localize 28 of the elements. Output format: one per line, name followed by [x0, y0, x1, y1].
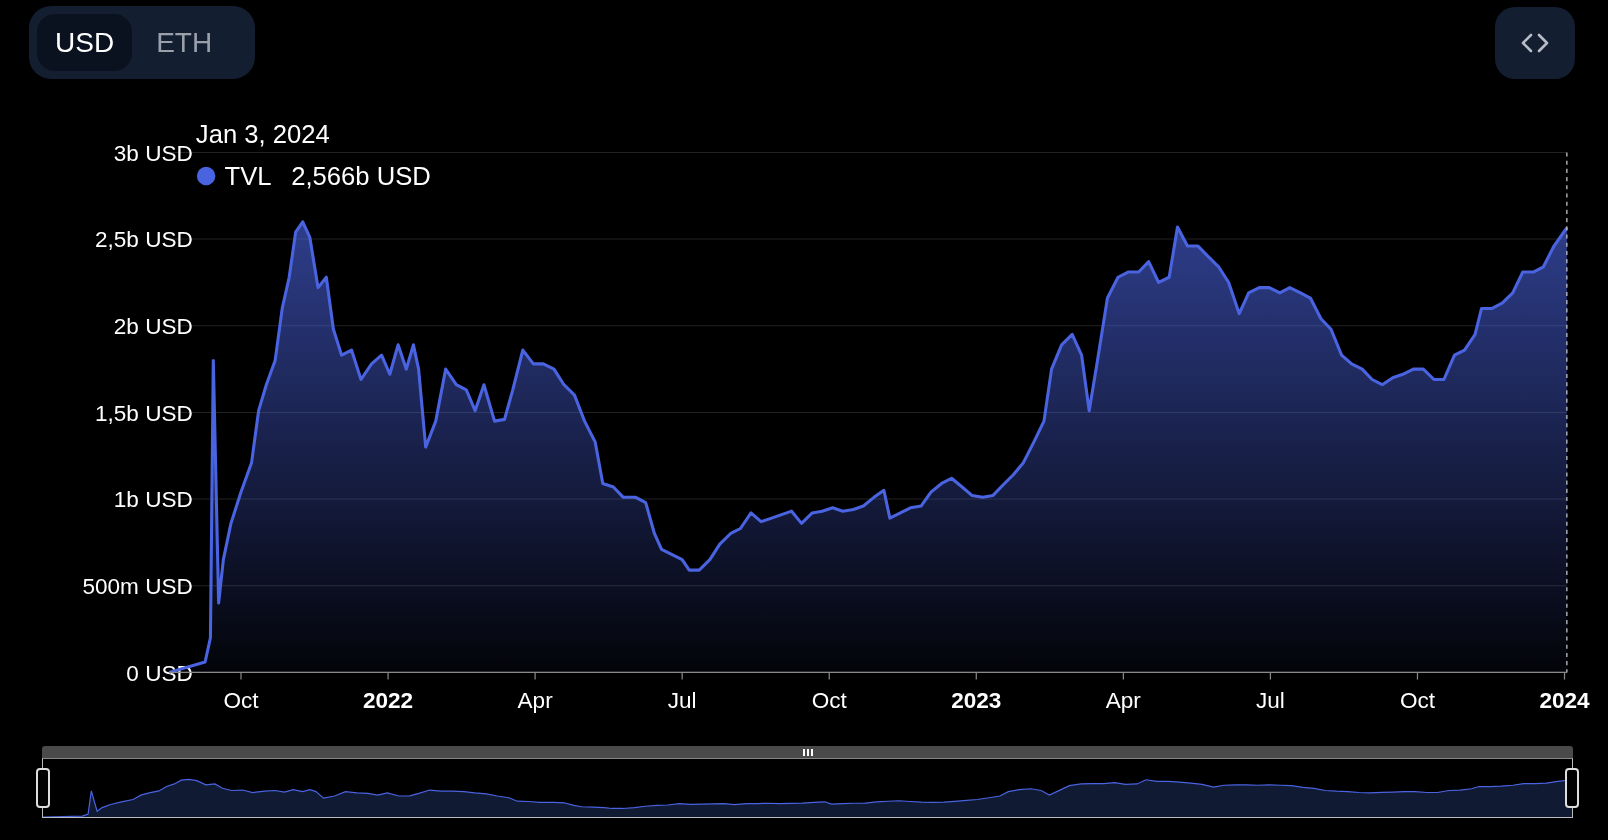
y-axis-label: 2b USD: [113, 313, 193, 339]
range-handle[interactable]: [36, 768, 50, 808]
y-axis-label: 2,5b USD: [95, 227, 193, 253]
range-handle[interactable]: [1565, 768, 1579, 808]
x-axis-label: Oct: [811, 688, 847, 714]
x-axis-label: 2022: [362, 688, 414, 714]
y-axis-label: 1b USD: [113, 487, 193, 513]
code-icon: [1520, 32, 1550, 54]
range-selector[interactable]: [34, 746, 1581, 818]
y-axis-label: 500m USD: [82, 573, 193, 599]
x-axis-label: Jul: [667, 688, 697, 714]
x-axis-label: 2024: [1539, 688, 1590, 714]
embed-code-button[interactable]: [1495, 7, 1575, 79]
y-axis-label: 1,5b USD: [95, 400, 193, 426]
x-axis-label: Oct: [1399, 688, 1435, 714]
x-axis-label: Oct: [223, 688, 259, 714]
grip-icon: [801, 748, 814, 756]
tooltip-date: Jan 3, 2024: [195, 120, 330, 149]
x-axis-label: 2023: [951, 688, 1002, 714]
currency-tab[interactable]: ETH: [138, 14, 231, 71]
y-axis-label: 3b USD: [113, 140, 193, 166]
range-scroll-bar[interactable]: [42, 746, 1573, 758]
tooltip-series-name: TVL: [224, 162, 272, 191]
x-axis-label: Apr: [1105, 688, 1141, 714]
x-axis-label: Jul: [1256, 688, 1285, 714]
currency-tab[interactable]: USD: [37, 14, 133, 71]
tooltip-value: 2,566b USD: [291, 162, 431, 191]
x-axis-label: Apr: [517, 688, 553, 714]
